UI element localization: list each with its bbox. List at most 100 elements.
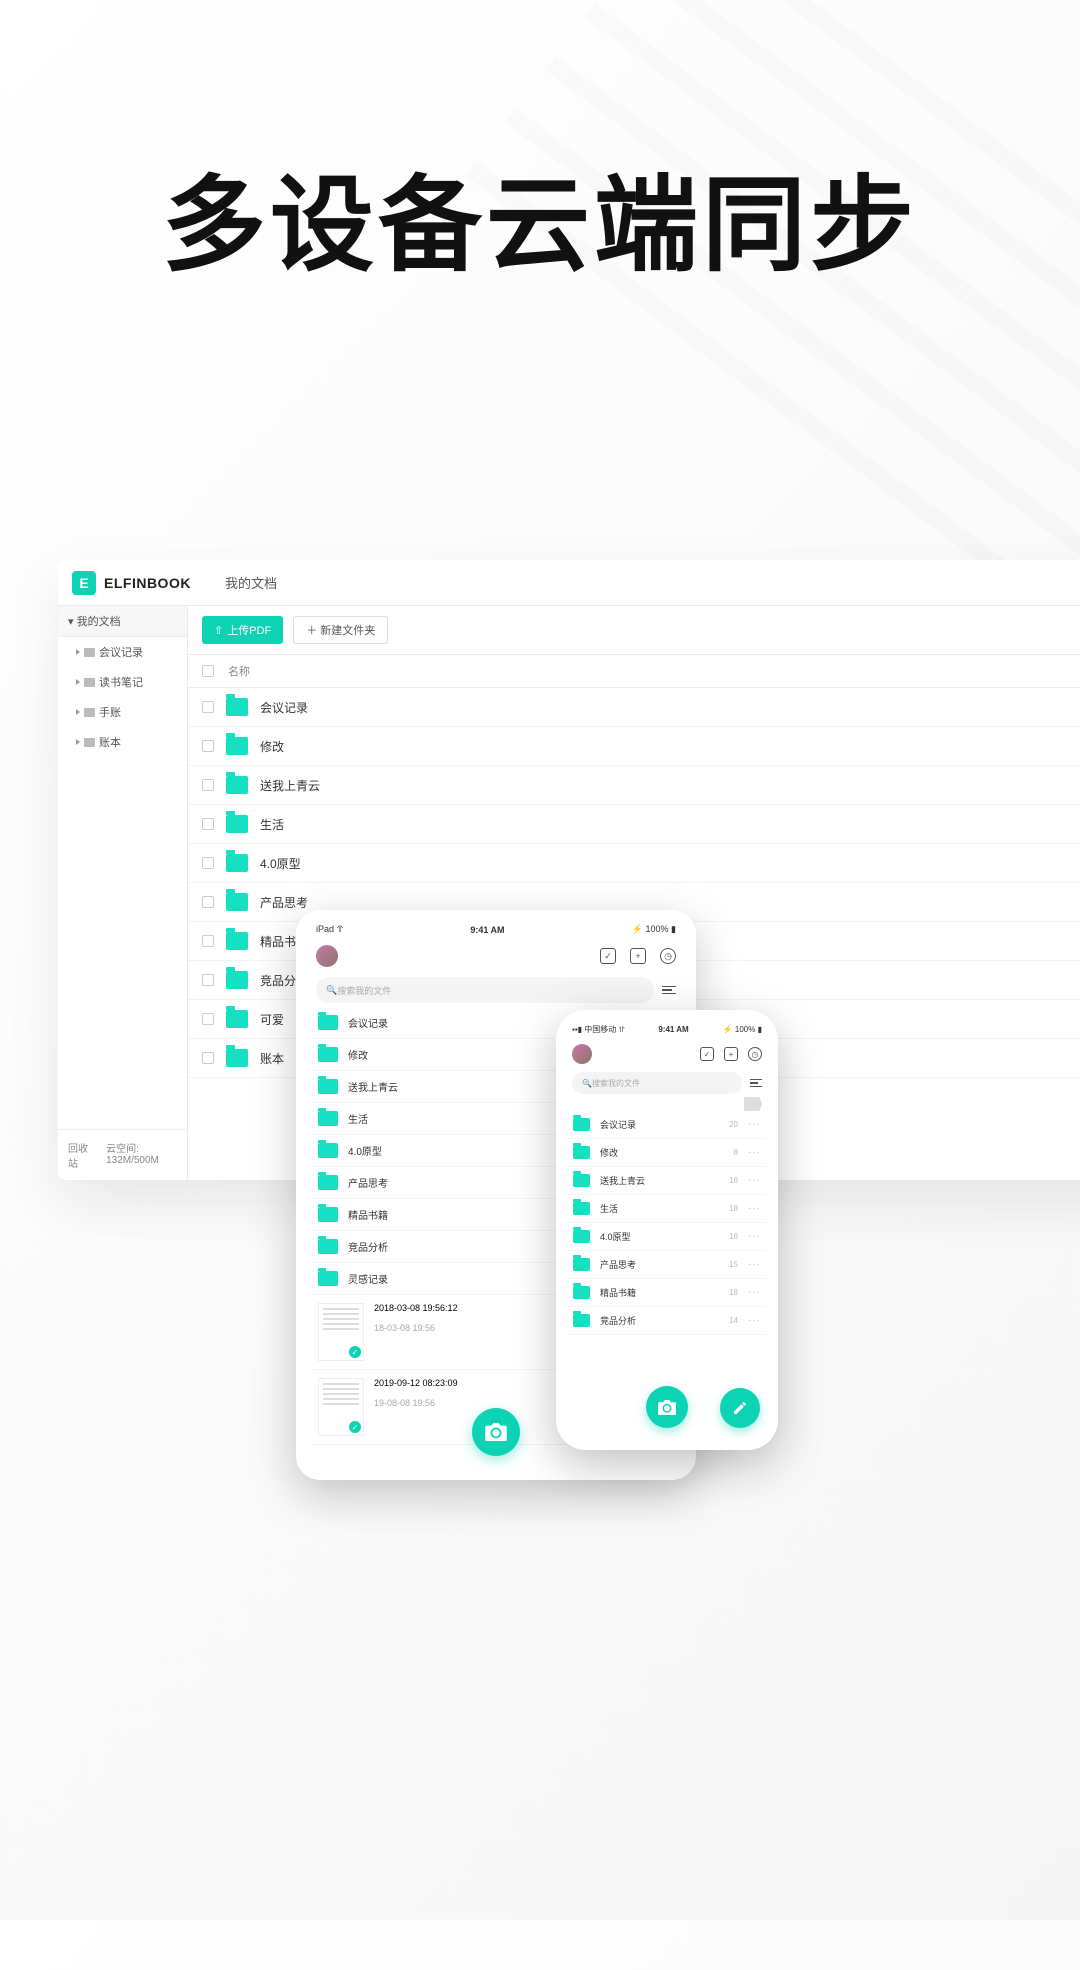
item-count: 18 (729, 1204, 738, 1213)
more-icon[interactable]: ··· (748, 1287, 761, 1298)
sidebar-item[interactable]: 会议记录 (58, 637, 187, 667)
folder-name: 修改 (260, 738, 284, 755)
folder-icon (318, 1111, 338, 1126)
menu-icon[interactable] (750, 1079, 762, 1088)
add-icon[interactable]: + (630, 948, 646, 964)
row-checkbox[interactable] (202, 1052, 214, 1064)
document-thumbnail-icon (318, 1378, 364, 1436)
folder-icon (318, 1239, 338, 1254)
folder-icon (318, 1015, 338, 1030)
table-row[interactable]: 修改2019-8-23 12:01:23 (188, 727, 1080, 766)
table-row[interactable]: 会议记录2019-8-23 12:01:23 (188, 688, 1080, 727)
search-input[interactable]: 🔍 搜索我的文件 (316, 977, 654, 1003)
search-input[interactable]: 🔍 搜索我的文件 (572, 1072, 742, 1094)
chevron-right-icon (76, 679, 80, 685)
camera-fab[interactable] (472, 1408, 520, 1456)
row-checkbox[interactable] (202, 1013, 214, 1025)
new-folder-button[interactable]: ＋ 新建文件夹 (293, 616, 388, 644)
phone-device: ▪▪▮ 中国移动 ⥣ 9:41 AM ⚡ 100% ▮ ✓ + ◷ 🔍 搜索我的… (556, 1010, 778, 1450)
avatar[interactable] (316, 945, 338, 967)
clock-icon[interactable]: ◷ (748, 1047, 762, 1061)
folder-icon (318, 1143, 338, 1158)
more-icon[interactable]: ··· (748, 1315, 761, 1326)
document-thumbnail-icon (318, 1303, 364, 1361)
folder-name: 送我上青云 (260, 777, 320, 794)
folder-icon (318, 1047, 338, 1062)
camera-fab[interactable] (646, 1386, 688, 1428)
row-checkbox[interactable] (202, 779, 214, 791)
more-icon[interactable]: ··· (748, 1119, 761, 1130)
clock-icon[interactable]: ◷ (660, 948, 676, 964)
list-item[interactable]: 竞品分析14··· (568, 1307, 766, 1335)
folder-icon (318, 1271, 338, 1286)
edit-fab[interactable] (720, 1388, 760, 1428)
status-clock: 9:41 AM (470, 925, 504, 935)
row-checkbox[interactable] (202, 974, 214, 986)
folder-name: 生活 (260, 816, 284, 833)
check-icon[interactable]: ✓ (600, 948, 616, 964)
tag-icon[interactable] (744, 1097, 762, 1111)
folder-icon (573, 1314, 590, 1327)
more-icon[interactable]: ··· (748, 1175, 761, 1186)
table-row[interactable]: 送我上青云2019-8-23 12:01:23 (188, 766, 1080, 805)
folder-name: 4.0原型 (260, 855, 301, 872)
document-title: 2018-03-08 19:56:12 (374, 1303, 458, 1313)
document-title: 2019-09-12 08:23:09 (374, 1378, 458, 1388)
row-checkbox[interactable] (202, 701, 214, 713)
sidebar-item[interactable]: 读书笔记 (58, 667, 187, 697)
sidebar-root[interactable]: ▾ 我的文档 (58, 606, 187, 637)
sidebar-item[interactable]: 账本 (58, 727, 187, 757)
folder-icon (573, 1286, 590, 1299)
list-item[interactable]: 修改8··· (568, 1139, 766, 1167)
item-count: 20 (729, 1120, 738, 1129)
folder-name: 精品书籍 (348, 1207, 388, 1222)
row-checkbox[interactable] (202, 740, 214, 752)
folder-icon (573, 1202, 590, 1215)
folder-name: 精品书籍 (600, 1286, 636, 1299)
row-checkbox[interactable] (202, 857, 214, 869)
list-item[interactable]: 生活18··· (568, 1195, 766, 1223)
folder-icon (226, 1049, 248, 1067)
folder-icon (318, 1079, 338, 1094)
list-item[interactable]: 会议记录 20 ··· (568, 1111, 766, 1139)
folder-name: 灵感记录 (348, 1271, 388, 1286)
trash-link[interactable]: 回收站 (68, 1140, 92, 1170)
folder-name: 产品思考 (260, 894, 308, 911)
add-icon[interactable]: + (724, 1047, 738, 1061)
check-icon[interactable]: ✓ (700, 1047, 714, 1061)
list-item[interactable]: 精品书籍18··· (568, 1279, 766, 1307)
brand-logo-icon: E (72, 571, 96, 595)
upload-pdf-button[interactable]: ⇧ 上传PDF (202, 616, 283, 644)
folder-icon (226, 971, 248, 989)
sidebar-item[interactable]: 手账 (58, 697, 187, 727)
folder-name: 会议记录 (260, 699, 308, 716)
list-item[interactable]: 产品思考15··· (568, 1251, 766, 1279)
list-item[interactable]: 4.0原型16··· (568, 1223, 766, 1251)
item-count: 8 (734, 1148, 738, 1157)
chevron-right-icon (76, 649, 80, 655)
more-icon[interactable]: ··· (748, 1259, 761, 1270)
row-checkbox[interactable] (202, 818, 214, 830)
folder-icon (318, 1207, 338, 1222)
item-count: 14 (729, 1316, 738, 1325)
select-all-checkbox[interactable] (202, 665, 214, 677)
row-checkbox[interactable] (202, 896, 214, 908)
folder-name: 账本 (260, 1050, 284, 1067)
more-icon[interactable]: ··· (748, 1203, 761, 1214)
folder-icon (573, 1230, 590, 1243)
folder-name: 竞品分析 (348, 1239, 388, 1254)
row-checkbox[interactable] (202, 935, 214, 947)
table-row[interactable]: 生活2019-8-23 12:01:23 (188, 805, 1080, 844)
folder-icon (573, 1146, 590, 1159)
status-carrier: iPad ⥣ (316, 924, 343, 935)
more-icon[interactable]: ··· (748, 1231, 761, 1242)
table-row[interactable]: 4.0原型2019-8-23 12:01:23 (188, 844, 1080, 883)
menu-icon[interactable] (662, 986, 676, 995)
more-icon[interactable]: ··· (748, 1147, 761, 1158)
list-item[interactable]: 送我上青云16··· (568, 1167, 766, 1195)
cloud-quota: 云空间: 132M/500M (106, 1140, 177, 1170)
folder-icon (84, 648, 95, 657)
folder-name: 产品思考 (600, 1258, 636, 1271)
folder-name: 会议记录 (600, 1118, 636, 1131)
avatar[interactable] (572, 1044, 592, 1064)
